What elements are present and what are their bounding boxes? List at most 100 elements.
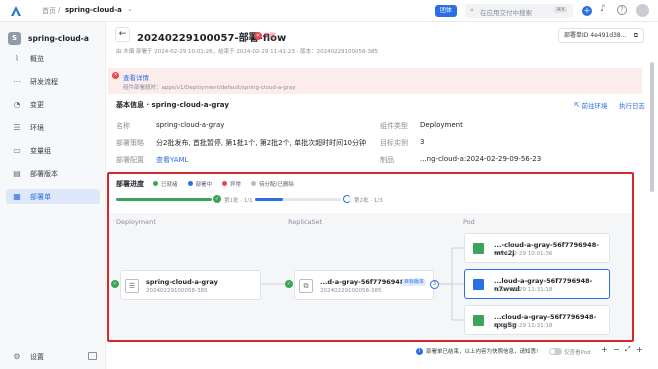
chevron-down-icon[interactable]: ⌄ [127, 5, 133, 13]
status-text: 失败 [264, 33, 277, 40]
search-icon: ⌕ [470, 6, 474, 14]
zoom-in-icon[interactable]: + [601, 345, 608, 354]
content-scrollbar[interactable] [650, 62, 654, 192]
pod-count-badge[interactable]: 3 [430, 280, 439, 289]
collapse-sidebar-icon[interactable] [88, 352, 97, 360]
field-value: 分2批发布, 首批暂停, 第1批1个, 第2批2个, 单批次超时时间10分钟 [156, 139, 366, 147]
breadcrumb-separator: / [58, 6, 61, 14]
app-logo[interactable] [10, 5, 22, 17]
deployment-name: spring-cloud-a-gray [146, 278, 218, 286]
goto-env-link[interactable]: ⇱ 前往环境 [574, 100, 607, 110]
pod-time: 2024-02-29 11:31:18 [494, 287, 553, 293]
field-value: Deployment [420, 121, 463, 129]
sidebar-item-environment[interactable]: ☰ 环境 [6, 120, 100, 135]
batch1-progress-fill [116, 198, 212, 201]
sidebar: S spring-cloud-a ⌇ 概览 ⋯ 研发流程 ◔ 变更 ☰ 环境 ▭ 变量组 … [0, 22, 106, 369]
sidebar-item-label: 变更 [30, 100, 44, 109]
sidebar-item-label: 环境 [30, 123, 44, 132]
flow-icon: ⋯ [13, 77, 21, 86]
field-label: 目标实例 [380, 139, 408, 147]
batch2-label: 第2批 · 1/3 [354, 198, 383, 204]
sidebar-item-flow[interactable]: ⋯ 研发流程 [6, 74, 100, 89]
search-placeholder: 在应用交付中搜索 [480, 9, 532, 17]
pod-status-square [473, 279, 484, 290]
order-id-label: 部署单ID 4e491d38... [564, 32, 627, 39]
back-button[interactable]: ← [115, 27, 130, 42]
view-yaml-link[interactable]: 查看YAML [156, 155, 188, 165]
batch2-progress-track [255, 198, 341, 201]
field-label: 组件类型 [380, 122, 408, 130]
version-icon: ▤ [13, 169, 21, 178]
environment-icon: ☰ [13, 123, 21, 132]
pod-time: 2024-02-29 11:31:18 [494, 323, 553, 329]
replicaset-icon: ⧉ [299, 279, 313, 293]
zoom-out-icon[interactable]: − [613, 345, 620, 354]
sidebar-item-variables[interactable]: ▭ 变量组 [6, 143, 100, 158]
sidebar-item-label: 变量组 [30, 146, 51, 155]
avatar[interactable] [636, 4, 649, 17]
app-initial-avatar: S [8, 32, 21, 45]
legend-error: 异常 [222, 180, 241, 188]
alert-text: 组件部署超时：apps/v1/Deployment/default/spring… [123, 85, 296, 91]
toggle-knob [550, 349, 555, 354]
legend-ready: 已就绪 [153, 180, 178, 188]
loading-icon [343, 195, 351, 203]
basic-info-title: 基本信息 · spring-cloud-a-gray [116, 101, 229, 109]
org-chip[interactable]: 团体 [435, 5, 457, 17]
replicaset-name: ...d-a-gray-56f7796948 [320, 278, 405, 286]
field-label: 部署配置 [116, 156, 144, 164]
pod-time: 2024-02-29 10:01:36 [494, 251, 553, 257]
check-circle-icon: ✓ [285, 280, 293, 288]
progress-title: 部署进度 [116, 180, 144, 188]
breadcrumb-app[interactable]: spring-cloud-a [65, 6, 122, 14]
sidebar-item-label: 部署单 [30, 192, 51, 201]
top-bar: 首页 / spring-cloud-a ⌄ 团体 ⌕ 在应用交付中搜索 ⌘K +… [0, 0, 658, 22]
pod-node[interactable]: ...cloud-a-gray-56f7796948-qxg5g 2024-02… [464, 305, 610, 335]
goto-env-label: 前往环境 [581, 102, 608, 110]
sidebar-item-versions[interactable]: ▤ 部署版本 [6, 166, 100, 181]
error-icon: ✕ [254, 31, 262, 40]
change-icon: ◔ [13, 100, 21, 109]
target-version-tag: 目标版本 [402, 279, 427, 286]
legend-pending: 待分配/已删除 [251, 180, 294, 188]
sidebar-item-label: 部署版本 [30, 169, 58, 178]
batch2-progress-fill [255, 198, 284, 201]
help-icon[interactable]: ? [617, 5, 627, 15]
search-shortcut: ⌘K [554, 7, 568, 13]
snapshot-info-text: 部署单已结束，以上内容为快照信息，请知悉! [426, 349, 539, 355]
bell-icon[interactable]: ♪ [600, 4, 606, 14]
external-icon: ⇱ [574, 101, 580, 109]
sidebar-item-change[interactable]: ◔ 变更 [6, 97, 100, 112]
sidebar-item-deploy-orders[interactable]: ▦ 部署单 [6, 189, 100, 204]
field-value: ...ng-cloud-a:2024-02-29-09-56-23 [420, 155, 542, 163]
sidebar-item-settings[interactable]: ⚙ 设置 [6, 349, 100, 364]
pod-only-toggle[interactable] [549, 348, 562, 355]
replicaset-version: 20240229100058-385 [320, 288, 382, 294]
field-value: 3 [420, 138, 425, 146]
deploy-order-icon: ▦ [13, 192, 21, 201]
zoom-in-icon[interactable]: + [636, 345, 643, 354]
progress-legend: 已就绪 部署中 异常 待分配/已删除 [153, 180, 294, 188]
replicaset-node[interactable]: ⧉ ...d-a-gray-56f7796948 目标版本 2024022910… [294, 270, 434, 300]
gear-icon: ⚙ [13, 352, 21, 361]
pod-node-selected[interactable]: ...loud-a-gray-56f7796948-n7wwd 2024-02-… [464, 269, 610, 299]
alert-detail-link[interactable]: 查看详情 [123, 72, 149, 82]
variable-icon: ▭ [13, 146, 21, 155]
app-name: spring-cloud-a [28, 34, 89, 43]
breadcrumb-home[interactable]: 首页 [42, 6, 56, 16]
pod-node[interactable]: ...-cloud-a-gray-56f7796948-mtc2j 2024-0… [464, 233, 610, 263]
batch1-progress-track [116, 198, 212, 201]
search-box[interactable]: ⌕ 在应用交付中搜索 ⌘K [465, 4, 573, 18]
fullscreen-icon[interactable]: ⤢ [625, 345, 631, 354]
deployment-node[interactable]: ☰ spring-cloud-a-gray 20240229100058-385 [120, 270, 261, 300]
sidebar-item-overview[interactable]: ⌇ 概览 [6, 51, 100, 66]
order-id-button[interactable]: 部署单ID 4e491d38... ⧉ [558, 28, 644, 43]
alert-error-icon: ✕ [112, 72, 119, 79]
sidebar-item-label: 研发流程 [30, 77, 58, 86]
chart-icon: ⌇ [15, 54, 19, 63]
field-label: 制品 [380, 156, 394, 164]
add-icon[interactable]: + [582, 6, 592, 16]
info-icon: i [416, 347, 423, 355]
error-alert: ✕ 查看详情 组件部署超时：apps/v1/Deployment/default… [108, 68, 642, 94]
exec-log-link[interactable]: 执行日志 [619, 100, 645, 110]
